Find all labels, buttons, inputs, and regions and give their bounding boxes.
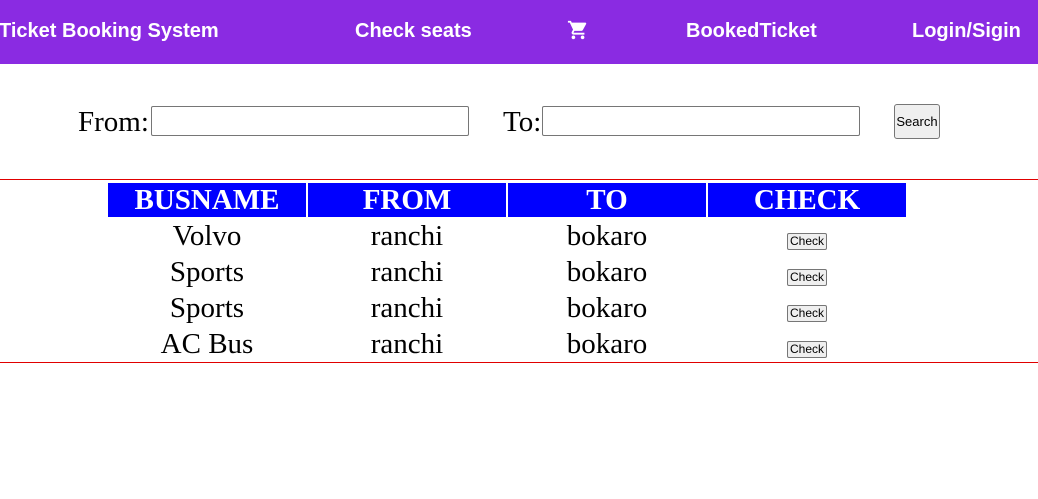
table-header-row: BUSNAME FROM TO CHECK	[108, 183, 906, 217]
cell-check: Check	[708, 255, 906, 289]
cell-from: ranchi	[370, 327, 444, 360]
check-button[interactable]: Check	[786, 340, 827, 358]
nav-check-seats[interactable]: Check seats	[355, 19, 472, 43]
cell-check: Check	[708, 327, 906, 361]
from-label: From:	[78, 106, 149, 138]
search-form: From: To: Search	[0, 104, 1038, 144]
shopping-cart-icon-svg	[567, 20, 587, 40]
to-label: To:	[503, 106, 542, 138]
shopping-cart-icon[interactable]	[567, 19, 589, 47]
table-row: AC Bus ranchi bokaro Check	[108, 327, 906, 361]
cell-to: bokaro	[566, 219, 648, 252]
cell-from: ranchi	[370, 291, 444, 324]
header-check: CHECK	[708, 183, 906, 217]
cell-busname: Sports	[169, 291, 245, 324]
table-row: Sports ranchi bokaro Check	[108, 291, 906, 325]
to-input[interactable]	[542, 106, 860, 136]
cell-busname: AC Bus	[160, 327, 254, 360]
results-section: BUSNAME FROM TO CHECK Volvo ranchi bokar…	[0, 179, 1038, 363]
cell-to: bokaro	[566, 255, 648, 288]
search-button[interactable]: Search	[894, 104, 940, 139]
cell-from: ranchi	[370, 219, 444, 252]
nav-booked-ticket[interactable]: BookedTicket	[686, 19, 817, 43]
table-row: Volvo ranchi bokaro Check	[108, 219, 906, 253]
header-busname: BUSNAME	[108, 183, 306, 217]
nav-brand[interactable]: Ticket Booking System	[0, 19, 219, 43]
navbar: Ticket Booking System Check seats Booked…	[0, 0, 1038, 64]
cell-from: ranchi	[370, 255, 444, 288]
header-from: FROM	[308, 183, 506, 217]
check-button[interactable]: Check	[786, 268, 827, 286]
table-row: Sports ranchi bokaro Check	[108, 255, 906, 289]
cell-to: bokaro	[566, 291, 648, 324]
cell-busname: Volvo	[172, 219, 242, 252]
cell-check: Check	[708, 291, 906, 325]
check-button[interactable]: Check	[786, 232, 827, 250]
header-to: TO	[508, 183, 706, 217]
cell-to: bokaro	[566, 327, 648, 360]
check-button[interactable]: Check	[786, 304, 827, 322]
from-input[interactable]	[151, 106, 469, 136]
bus-table: BUSNAME FROM TO CHECK Volvo ranchi bokar…	[106, 181, 908, 363]
cell-check: Check	[708, 219, 906, 253]
cell-busname: Sports	[169, 255, 245, 288]
nav-login[interactable]: Login/Sigin	[912, 19, 1021, 43]
